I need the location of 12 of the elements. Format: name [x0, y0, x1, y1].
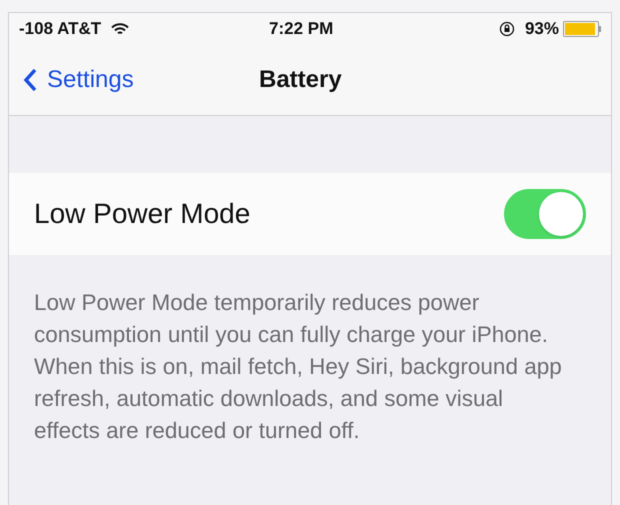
battery-percent: 93% [524, 18, 559, 40]
battery-icon [563, 21, 601, 37]
setting-label: Low Power Mode [34, 197, 250, 231]
page-title: Battery [259, 65, 342, 95]
clock-label: 7:22 PM [269, 18, 334, 40]
rotation-lock-icon [498, 21, 515, 37]
carrier-label: -108 AT&T [19, 18, 102, 40]
description-text: Low Power Mode temporarily reduces power consumption until you can fully charge your iPhone. When this is on, mail fetch, Hey Siri, background app refresh, automatic downloads, and some visual effects are reduced or turned off. [34, 289, 563, 445]
toggle-switch[interactable] [504, 189, 586, 239]
back-button[interactable]: Settings [23, 62, 134, 98]
chevron-left-icon [23, 68, 37, 92]
wifi-icon [111, 22, 130, 36]
